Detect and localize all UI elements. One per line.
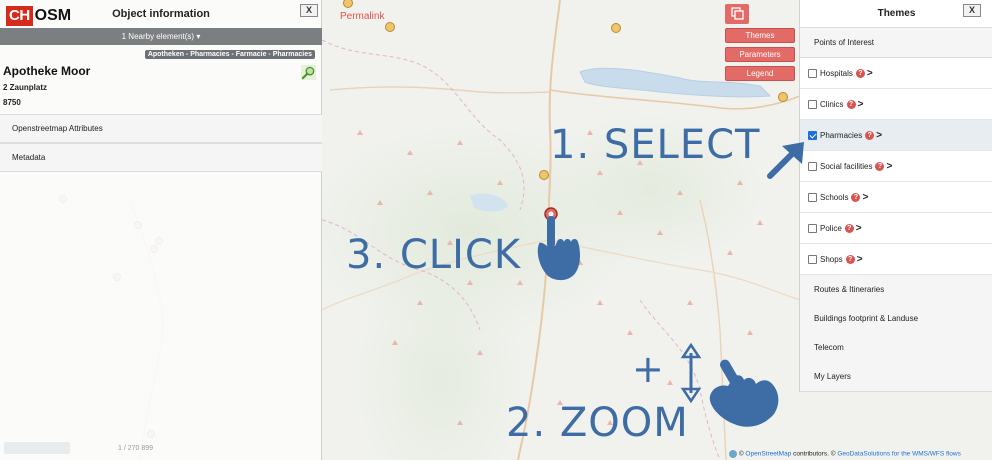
themes-button[interactable]: Themes xyxy=(725,28,795,43)
section-routes-itineraries[interactable]: Routes & Itineraries xyxy=(800,275,992,305)
chevron-right-icon[interactable]: > xyxy=(862,192,868,203)
category-tag: Apotheken - Pharmacies - Farmacie - Phar… xyxy=(144,50,315,59)
theme-item-pharmacies[interactable]: Pharmacies ? > xyxy=(800,120,992,151)
police-checkbox[interactable] xyxy=(808,223,817,233)
help-icon[interactable]: ? xyxy=(875,161,885,171)
poi-zip: 8750 xyxy=(3,98,21,107)
zoom-arrows-icon xyxy=(680,343,702,403)
layers-toggle-button[interactable] xyxy=(725,4,749,24)
nearby-label: 1 Nearby element(s) xyxy=(121,32,195,41)
scale-indicator: 1 / 270 899 xyxy=(118,445,154,452)
attribution-prefix: © xyxy=(738,450,744,458)
help-icon[interactable]: ? xyxy=(851,192,861,202)
chevron-right-icon[interactable]: > xyxy=(886,161,892,172)
map-control-box xyxy=(4,442,70,454)
section-label: Routes & Itineraries xyxy=(814,285,885,294)
clinics-checkbox[interactable] xyxy=(808,99,817,109)
permalink-link[interactable]: Permalink xyxy=(340,11,384,22)
chevron-right-icon[interactable]: > xyxy=(867,68,873,79)
section-telecom[interactable]: Telecom xyxy=(800,333,992,363)
annotation-click: 3. CLICK xyxy=(346,232,522,278)
close-button[interactable]: X xyxy=(300,4,318,17)
caret-down-icon: ▾ xyxy=(196,32,201,41)
pharmacies-checkbox[interactable] xyxy=(808,130,817,140)
help-icon[interactable]: ? xyxy=(855,68,865,78)
section-label: My Layers xyxy=(814,372,851,381)
geodatasolutions-link[interactable]: GeoDataSolutions for the WMS/WFS flows xyxy=(837,451,961,458)
hospitals-checkbox[interactable] xyxy=(808,68,817,78)
chevron-right-icon[interactable]: > xyxy=(856,223,862,234)
poi-address: 2 Zaunplatz xyxy=(3,83,48,92)
chevron-right-icon[interactable]: > xyxy=(857,254,863,265)
attribution-mid: contributors. © xyxy=(793,450,836,458)
theme-label: Hospitals xyxy=(820,68,853,78)
help-icon[interactable]: ? xyxy=(845,254,855,264)
theme-label: Schools xyxy=(820,192,849,202)
theme-label: Police xyxy=(820,223,842,233)
accordion-osm-attributes[interactable]: Openstreetmap Attributes xyxy=(0,114,322,143)
theme-item-social-facilities[interactable]: Social facilities ? > xyxy=(800,151,992,182)
help-icon[interactable]: ? xyxy=(846,99,856,109)
schools-checkbox[interactable] xyxy=(808,192,817,202)
accordion-label: Openstreetmap Attributes xyxy=(12,124,103,133)
section-label: Buildings footprint & Landuse xyxy=(814,314,919,323)
chevron-right-icon[interactable]: > xyxy=(858,99,864,110)
annotation-zoom: 2. ZOOM xyxy=(506,400,689,446)
theme-item-police[interactable]: Police ? > xyxy=(800,213,992,244)
section-my-layers[interactable]: My Layers xyxy=(800,362,992,392)
accordion-label: Metadata xyxy=(12,153,46,162)
theme-item-clinics[interactable]: Clinics ? > xyxy=(800,89,992,120)
help-icon[interactable]: ? xyxy=(865,130,875,140)
theme-label: Clinics xyxy=(820,99,844,109)
theme-label: Social facilities xyxy=(820,161,873,171)
poi-name: Apotheke Moor xyxy=(3,64,91,78)
map-attribution: © OpenStreetMap contributors. © GeoDataS… xyxy=(729,450,961,458)
scroll-hand-icon xyxy=(709,359,779,427)
annotation-select: 1. SELECT xyxy=(550,122,761,168)
section-buildings-landuse[interactable]: Buildings footprint & Landuse xyxy=(800,304,992,334)
layers-icon xyxy=(731,7,744,20)
annotation-plus: + xyxy=(632,347,665,391)
section-label: Telecom xyxy=(814,343,844,352)
osm-link[interactable]: OpenStreetMap xyxy=(745,451,791,458)
themes-panel: Themes X Points of Interest Hospitals ? … xyxy=(799,0,992,392)
theme-label: Shops xyxy=(820,254,843,264)
themes-close-button[interactable]: X xyxy=(963,4,981,17)
chevron-right-icon[interactable]: > xyxy=(876,130,882,141)
social-facilities-checkbox[interactable] xyxy=(808,161,817,171)
theme-item-shops[interactable]: Shops ? > xyxy=(800,244,992,275)
theme-label: Pharmacies xyxy=(820,130,863,140)
section-points-of-interest[interactable]: Points of Interest xyxy=(800,28,992,58)
nearby-elements-dropdown[interactable]: 1 Nearby element(s) ▾ xyxy=(0,28,322,45)
legend-button[interactable]: Legend xyxy=(725,66,795,81)
object-information-panel: CH OSM Object information X 1 Nearby ele… xyxy=(0,0,322,460)
select-arrow-icon xyxy=(767,142,804,179)
theme-item-hospitals[interactable]: Hospitals ? > xyxy=(800,58,992,89)
accordion-metadata[interactable]: Metadata xyxy=(0,143,322,172)
pointing-hand-icon xyxy=(537,216,580,281)
info-icon[interactable] xyxy=(729,450,737,458)
parameters-button[interactable]: Parameters xyxy=(725,47,795,62)
help-icon[interactable]: ? xyxy=(844,223,854,233)
zoom-to-icon[interactable] xyxy=(301,65,316,80)
theme-item-schools[interactable]: Schools ? > xyxy=(800,182,992,213)
section-label: Points of Interest xyxy=(814,38,875,47)
shops-checkbox[interactable] xyxy=(808,254,817,264)
panel-title: Object information xyxy=(112,8,210,20)
